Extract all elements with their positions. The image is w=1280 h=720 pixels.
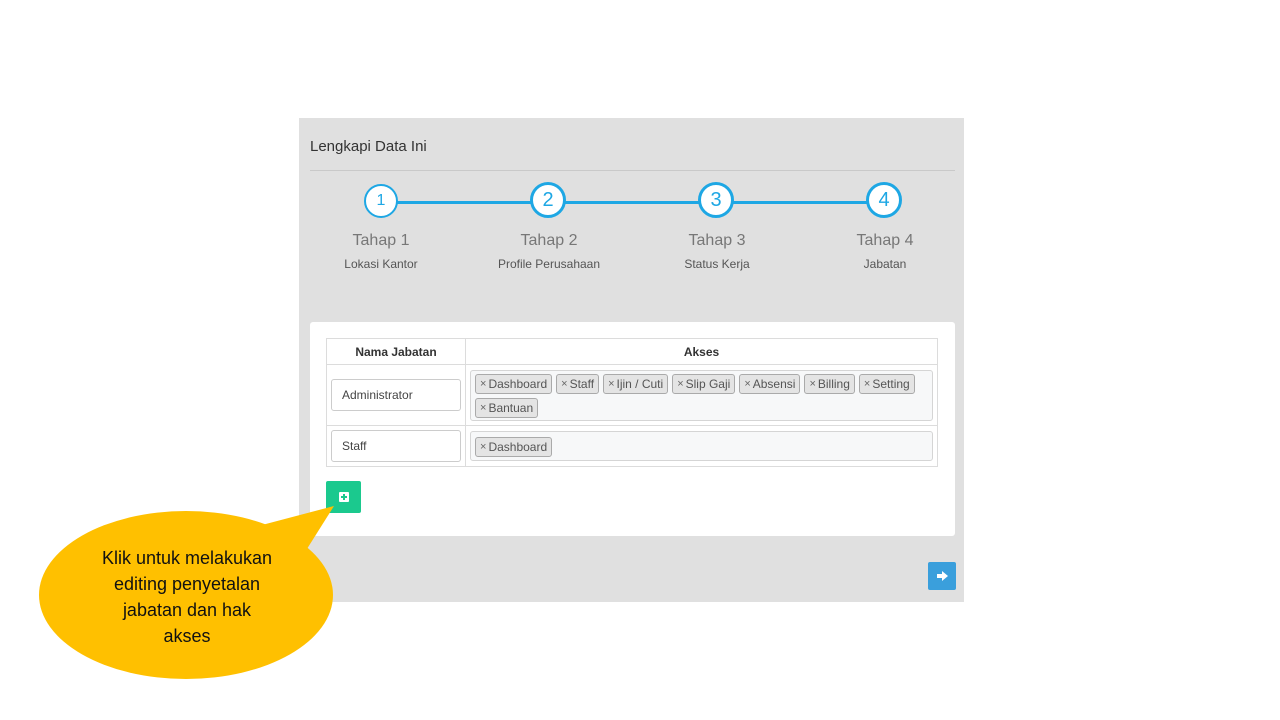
name-cell: Staff xyxy=(326,425,466,467)
stepper: 1 2 3 4 Tahap 1 Tahap 2 Tahap 3 Tahap 4 … xyxy=(299,178,964,278)
step-1-circle[interactable]: 1 xyxy=(364,184,398,218)
jabatan-name-input[interactable]: Administrator xyxy=(331,379,461,411)
callout-line: jabatan dan hak xyxy=(122,600,252,620)
remove-tag-icon[interactable]: × xyxy=(480,378,486,390)
callout-line: editing penyetalan xyxy=(113,574,261,594)
step-2-title: Tahap 2 xyxy=(520,232,578,249)
akses-multiselect[interactable]: × Dashboard xyxy=(470,431,933,461)
step-3-subtitle: Status Kerja xyxy=(684,257,750,271)
step-connector xyxy=(565,201,717,204)
remove-tag-icon[interactable]: × xyxy=(561,378,567,390)
jabatan-name-input[interactable]: Staff xyxy=(331,430,461,462)
akses-cell: × Dashboard xyxy=(465,425,938,467)
step-1-title: Tahap 1 xyxy=(352,232,410,249)
remove-tag-icon[interactable]: × xyxy=(809,378,815,390)
callout-text: Klik untuk melakukan editing penyetalan … xyxy=(82,545,292,649)
plus-square-icon xyxy=(338,492,349,502)
setup-wizard-panel: Lengkapi Data Ini 1 2 3 4 Tahap 1 Tahap … xyxy=(299,118,964,602)
next-step-button[interactable] xyxy=(928,562,956,590)
panel-title: Lengkapi Data Ini xyxy=(310,138,427,155)
step-4-title: Tahap 4 xyxy=(856,232,914,249)
akses-tag-label: Staff xyxy=(569,376,595,391)
column-header-nama-jabatan: Nama Jabatan xyxy=(326,338,466,365)
akses-tag-label: Billing xyxy=(817,376,850,391)
remove-tag-icon[interactable]: × xyxy=(864,378,870,390)
jabatan-card: Nama Jabatan Akses Administrator × Dashbo… xyxy=(310,322,955,536)
step-2-subtitle: Profile Perusahaan xyxy=(497,257,601,271)
jabatan-table: Nama Jabatan Akses Administrator × Dashbo… xyxy=(326,338,938,467)
akses-tag[interactable]: × Slip Gaji xyxy=(672,373,736,394)
akses-tag[interactable]: × Staff xyxy=(556,373,600,394)
akses-cell: × Dashboard × Staff × Ijin / Cuti × Slip Gaj… xyxy=(465,364,938,426)
step-1-subtitle: Lokasi Kantor xyxy=(344,257,418,271)
akses-tag-label: Bantuan xyxy=(488,400,534,415)
step-3-title: Tahap 3 xyxy=(688,232,746,249)
akses-tag[interactable]: × Dashboard xyxy=(475,373,553,394)
step-3-circle[interactable]: 3 xyxy=(698,182,734,218)
akses-tag-label: Ijin / Cuti xyxy=(616,376,664,391)
akses-tag-label: Dashboard xyxy=(488,376,548,391)
remove-tag-icon[interactable]: × xyxy=(608,378,614,390)
table-row: Administrator × Dashboard × Staff × Ijin / … xyxy=(326,364,938,426)
callout-line: akses xyxy=(163,626,211,646)
akses-tag[interactable]: × Dashboard xyxy=(475,436,553,457)
step-connector xyxy=(733,201,885,204)
akses-tag-label: Dashboard xyxy=(488,439,548,454)
akses-tag-label: Setting xyxy=(872,376,910,391)
akses-tag[interactable]: × Absensi xyxy=(739,373,801,394)
step-2-circle[interactable]: 2 xyxy=(530,182,566,218)
step-4-subtitle: Jabatan xyxy=(863,257,907,271)
table-row: Staff × Dashboard xyxy=(326,425,938,467)
remove-tag-icon[interactable]: × xyxy=(480,402,486,414)
arrow-right-icon xyxy=(936,571,948,581)
remove-tag-icon[interactable]: × xyxy=(744,378,750,390)
akses-tag-label: Absensi xyxy=(752,376,796,391)
akses-tag[interactable]: × Ijin / Cuti xyxy=(603,373,669,394)
remove-tag-icon[interactable]: × xyxy=(480,441,486,453)
akses-tag[interactable]: × Bantuan xyxy=(475,397,539,418)
akses-tag[interactable]: × Billing xyxy=(804,373,855,394)
panel-divider xyxy=(310,170,955,171)
akses-multiselect[interactable]: × Dashboard × Staff × Ijin / Cuti × Slip Gaj… xyxy=(470,369,933,421)
step-4-circle[interactable]: 4 xyxy=(866,182,902,218)
akses-tag-label: Slip Gaji xyxy=(685,376,731,391)
akses-tag[interactable]: × Setting xyxy=(858,373,915,394)
add-jabatan-button[interactable] xyxy=(326,481,361,513)
remove-tag-icon[interactable]: × xyxy=(677,378,683,390)
step-connector xyxy=(397,201,549,204)
name-cell: Administrator xyxy=(326,364,466,426)
callout-line: Klik untuk melakukan xyxy=(101,548,273,568)
column-header-akses: Akses xyxy=(465,338,938,365)
